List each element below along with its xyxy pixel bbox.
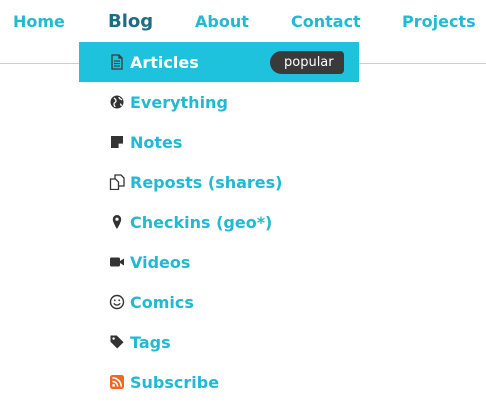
tag-icon: [109, 334, 125, 350]
menu-item-label: Subscribe: [130, 372, 220, 392]
smiley-icon: [109, 294, 125, 310]
globe-icon: [109, 94, 125, 110]
menu-item-label: Videos: [130, 252, 191, 272]
menu-item-notes[interactable]: Notes: [79, 122, 359, 162]
menu-item-tags[interactable]: Tags: [79, 322, 359, 362]
menu-item-articles[interactable]: Articles popular: [79, 42, 359, 82]
video-camera-icon: [109, 254, 125, 270]
copy-icon: [109, 174, 125, 190]
sticky-note-icon: [109, 134, 125, 150]
nav-projects-link[interactable]: Projects: [402, 12, 476, 31]
rss-icon: [109, 374, 125, 390]
page: Home Blog About Contact Projects Article…: [0, 0, 486, 403]
nav-home-link[interactable]: Home: [13, 12, 65, 31]
menu-item-label: Reposts (shares): [130, 172, 283, 192]
top-navigation: Home Blog About Contact Projects: [0, 0, 486, 44]
menu-item-reposts[interactable]: Reposts (shares): [79, 162, 359, 202]
nav-about-link[interactable]: About: [195, 12, 249, 31]
menu-item-label: Articles: [130, 52, 199, 72]
menu-item-label: Comics: [130, 292, 194, 312]
nav-blog-link[interactable]: Blog: [108, 11, 153, 32]
menu-item-videos[interactable]: Videos: [79, 242, 359, 282]
menu-item-label: Checkins (geo*): [130, 212, 273, 232]
popular-badge: popular: [270, 51, 344, 74]
menu-item-everything[interactable]: Everything: [79, 82, 359, 122]
menu-item-subscribe[interactable]: Subscribe: [79, 362, 359, 402]
map-pin-icon: [109, 214, 125, 230]
menu-item-label: Everything: [130, 92, 228, 112]
menu-item-label: Tags: [130, 332, 171, 352]
menu-item-comics[interactable]: Comics: [79, 282, 359, 322]
blog-dropdown-menu: Articles popular Everything Notes Repost…: [79, 42, 359, 402]
menu-item-checkins[interactable]: Checkins (geo*): [79, 202, 359, 242]
menu-item-label: Notes: [130, 132, 183, 152]
document-icon: [109, 54, 125, 70]
nav-contact-link[interactable]: Contact: [291, 12, 361, 31]
